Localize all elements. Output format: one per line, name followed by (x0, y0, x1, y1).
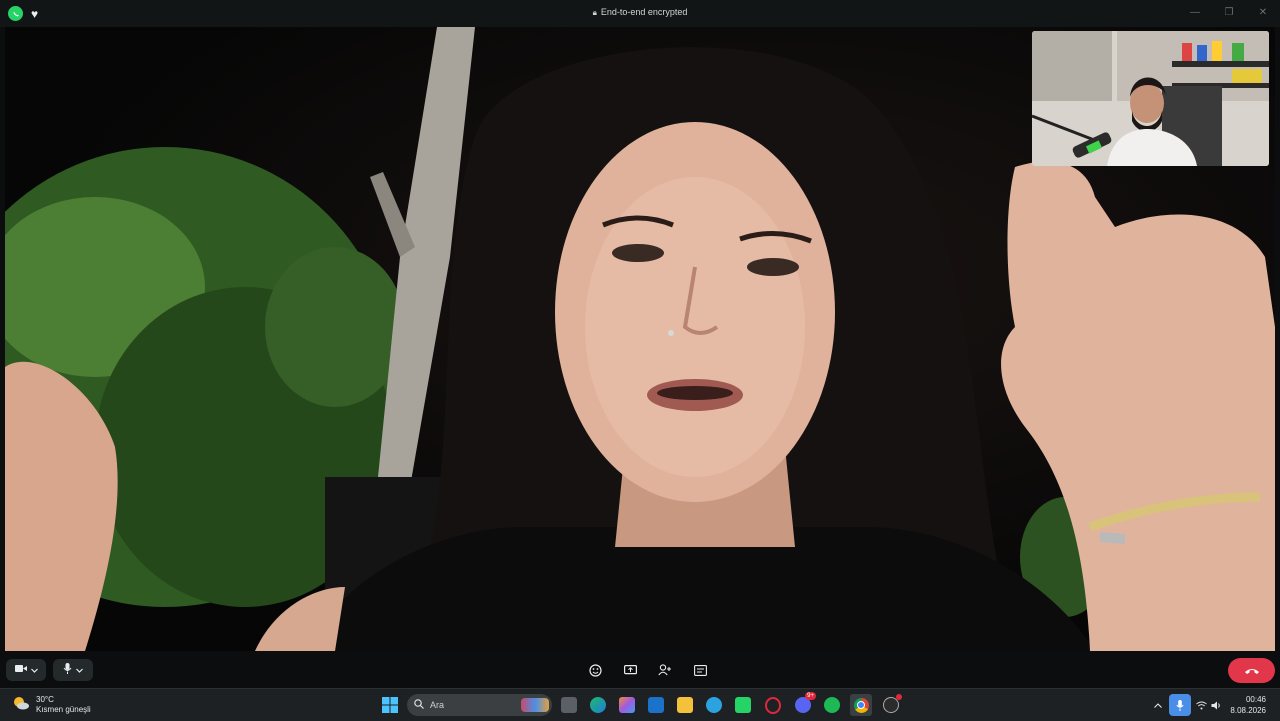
search-placeholder: Ara (430, 700, 445, 710)
weather-widget[interactable]: 30°C Kısmen güneşli (12, 695, 91, 715)
windows-start-icon[interactable] (381, 696, 399, 714)
outlook-icon[interactable] (648, 697, 664, 713)
clock-date: 8.08.2026 (1230, 706, 1266, 715)
microphone-toggle-button[interactable] (53, 659, 93, 681)
heart-icon[interactable]: ♥ (31, 8, 38, 20)
microphone-icon[interactable] (1169, 694, 1191, 716)
taskbar-search-box[interactable]: Ara (407, 694, 552, 716)
minimize-icon[interactable]: — (1178, 0, 1212, 24)
self-video-frame (1032, 31, 1269, 166)
chevron-down-icon[interactable] (30, 664, 38, 676)
system-clock[interactable]: 00:46 8.08.2026 (1230, 694, 1266, 716)
wifi-icon[interactable] (1195, 694, 1207, 716)
clock-time: 00:46 (1245, 695, 1266, 704)
more-options-icon[interactable] (690, 660, 710, 680)
phone-hangup-icon (1244, 662, 1260, 680)
chrome-logo (853, 697, 869, 713)
edge-icon[interactable] (590, 697, 606, 713)
whatsapp-logo-icon (8, 6, 23, 21)
speaker-icon[interactable] (1210, 694, 1222, 716)
weather-temperature: 30°C (36, 695, 54, 704)
discord-icon[interactable]: 9+ (795, 692, 816, 713)
self-video-preview[interactable] (1032, 31, 1269, 166)
file-explorer-icon[interactable] (677, 697, 693, 713)
copilot-icon[interactable] (619, 697, 635, 713)
chrome-icon[interactable] (850, 694, 872, 716)
file-manager-icon[interactable] (561, 697, 577, 713)
call-controls-bar (0, 651, 1280, 688)
end-call-button[interactable] (1228, 658, 1275, 683)
title-bar: ♥ 🔒︎ End-to-end encrypted — ❐ ✕ (0, 0, 1280, 27)
whatsapp-icon[interactable] (735, 697, 751, 713)
weather-condition: Kısmen güneşli (36, 705, 91, 714)
chevron-up-icon[interactable] (1152, 694, 1164, 716)
lock-icon: 🔒︎ (592, 8, 597, 17)
video-camera-icon (14, 664, 27, 676)
emoji-icon[interactable] (585, 660, 605, 680)
search-highlight-image (521, 698, 549, 712)
opera-icon[interactable] (765, 697, 781, 714)
microphone-icon (63, 663, 72, 677)
maximize-icon[interactable]: ❐ (1212, 0, 1246, 24)
partly-sunny-icon (12, 696, 30, 715)
telegram-icon[interactable] (706, 697, 722, 713)
encryption-label: End-to-end encrypted (600, 7, 688, 17)
screen-share-icon[interactable] (620, 660, 640, 680)
discord-badge: 9+ (805, 692, 816, 700)
windows-taskbar: 30°C Kısmen güneşli Ara 9+ 00:46 8.08.20… (0, 688, 1280, 721)
notification-dot (896, 694, 902, 700)
add-person-icon[interactable] (655, 660, 675, 680)
camera-toggle-button[interactable] (6, 659, 46, 681)
encryption-notice: 🔒︎ End-to-end encrypted (0, 7, 1280, 18)
close-icon[interactable]: ✕ (1246, 0, 1280, 24)
spotify-icon[interactable] (824, 697, 840, 713)
search-icon (414, 699, 424, 711)
obs-icon[interactable] (883, 694, 902, 713)
chevron-down-icon[interactable] (76, 664, 83, 676)
